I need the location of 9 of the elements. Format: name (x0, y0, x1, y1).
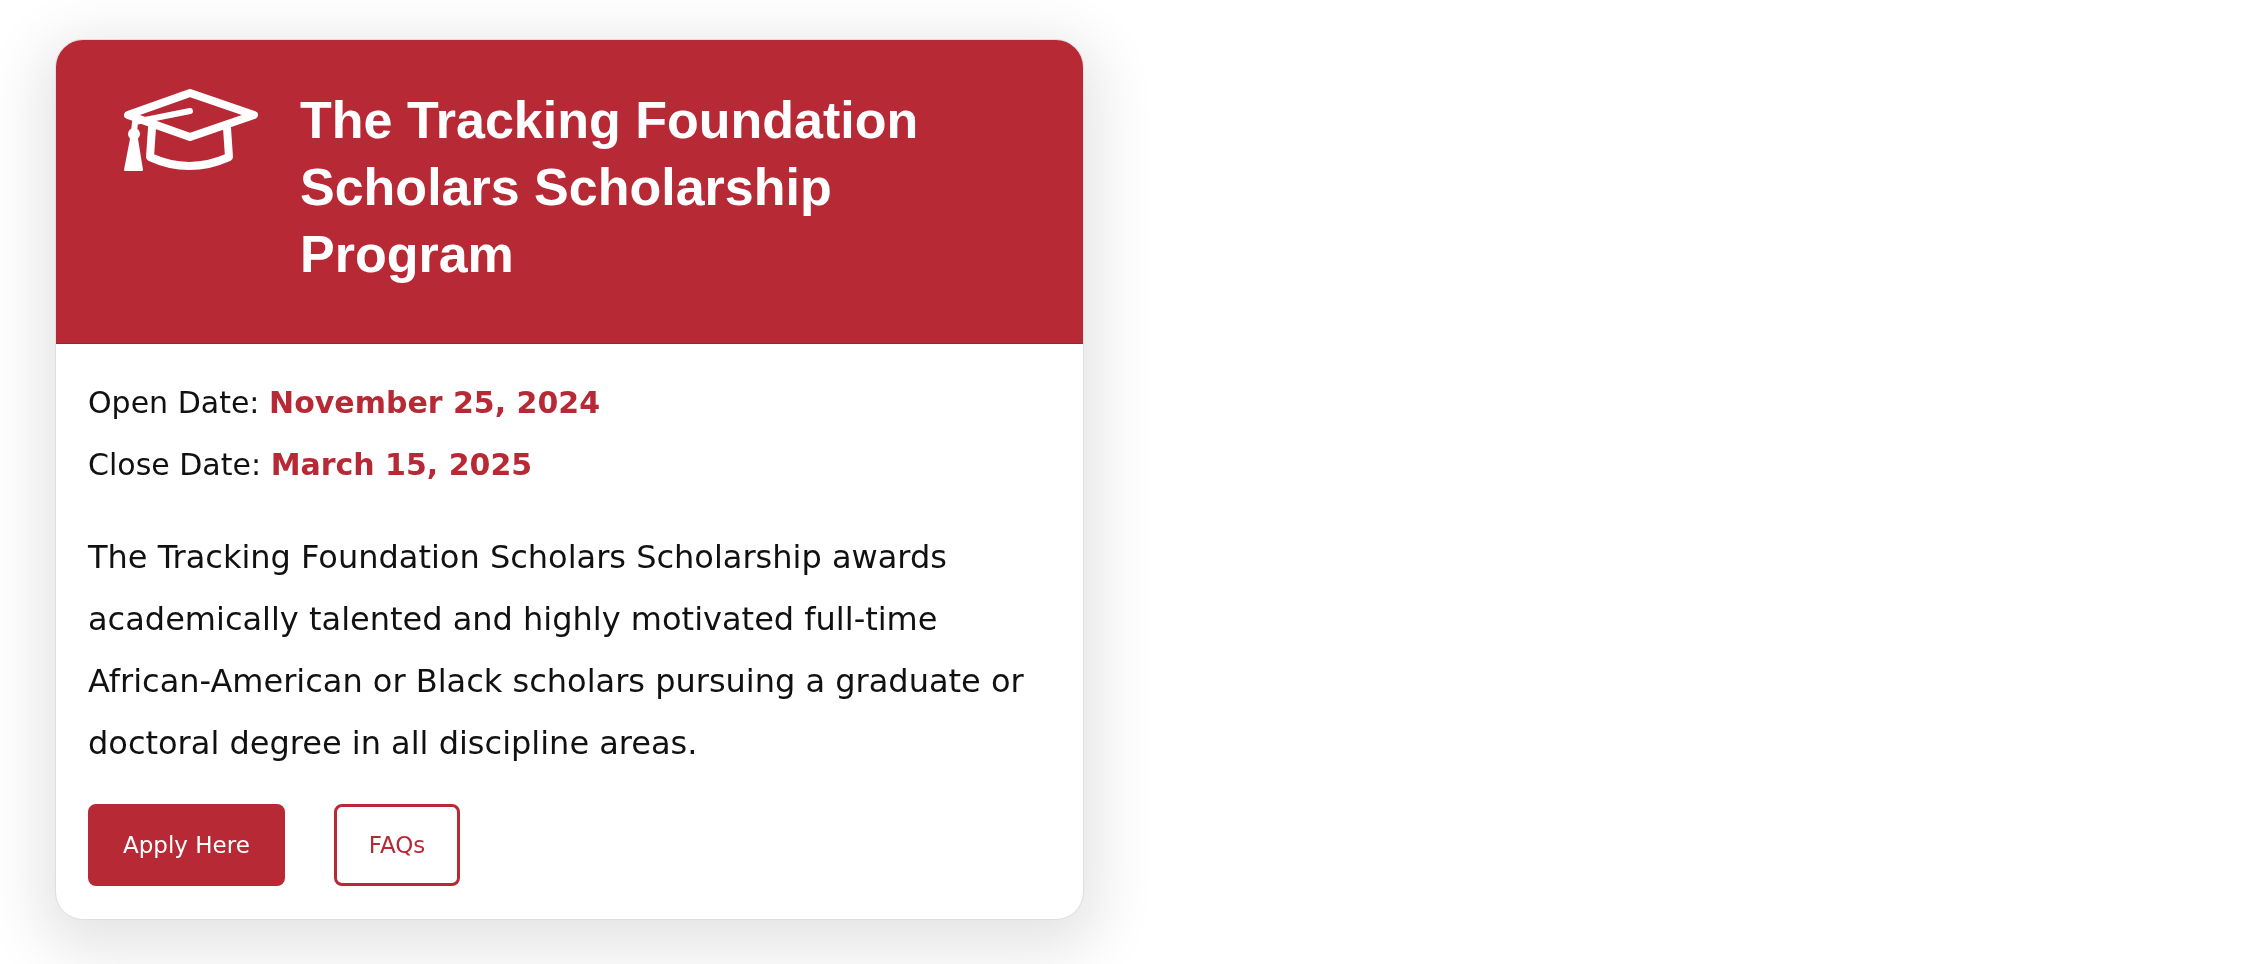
card-title: The Tracking Foundation Scholars Scholarship Program (300, 90, 920, 285)
apply-button[interactable]: Apply Here (88, 804, 285, 886)
date-label: Open Date: (88, 385, 260, 420)
graduation-cap-icon (121, 87, 261, 173)
date-value: March 15, 2025 (270, 447, 533, 482)
date-value: November 25, 2024 (269, 385, 601, 420)
date-label: Close Date: (88, 447, 262, 482)
description-text: The Tracking Foundation Scholars Scholarship awards academically talented and highly motivated full-time African-American or Black scholars pursuing a graduate or doctoral degree in all discipline areas. (88, 537, 1025, 764)
faq-button[interactable]: FAQs (333, 804, 461, 886)
